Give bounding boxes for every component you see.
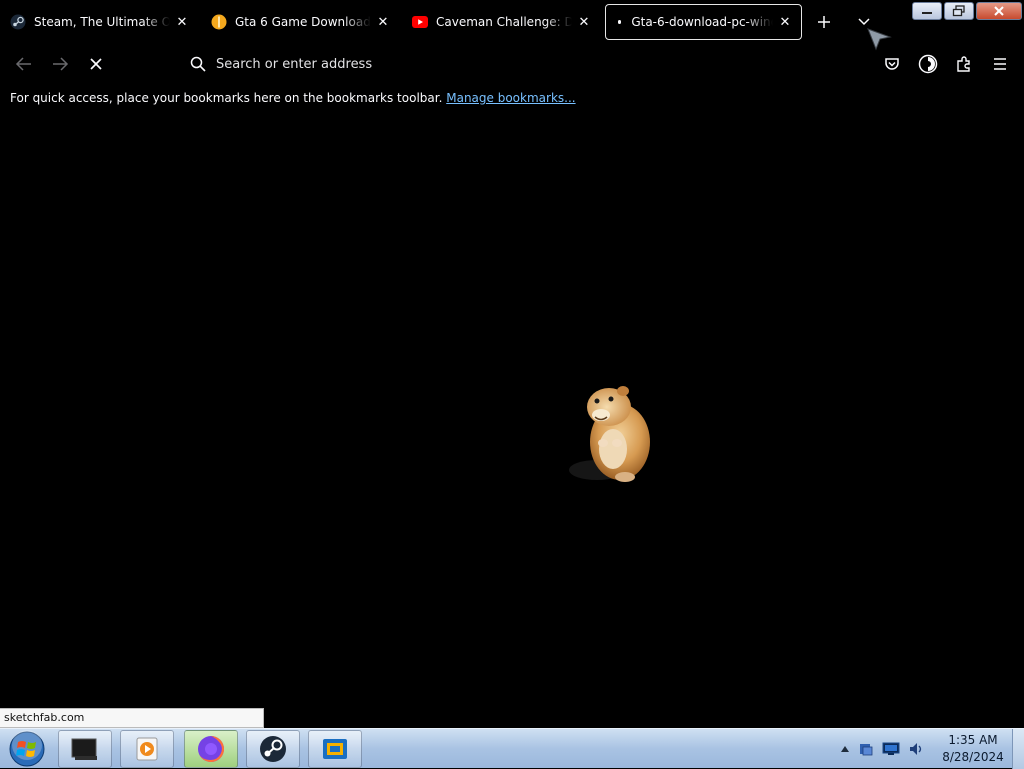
window-controls — [912, 2, 1022, 20]
minimize-icon — [922, 12, 932, 14]
stop-loading-button[interactable] — [84, 52, 108, 76]
tab-title: Gta-6-download-pc-windows — [631, 15, 773, 29]
youtube-icon — [412, 14, 428, 30]
page-content — [0, 112, 1024, 728]
restore-icon — [952, 5, 965, 17]
start-button[interactable] — [4, 730, 50, 768]
media-player-icon — [136, 737, 158, 761]
account-icon — [918, 54, 938, 74]
orange-circle-icon — [211, 14, 227, 30]
status-bar-url: sketchfab.com — [0, 708, 264, 728]
show-hidden-icons-icon[interactable] — [840, 745, 850, 753]
tab-title: Caveman Challenge: Dinosaur — [436, 15, 572, 29]
windows-logo-icon — [9, 730, 45, 767]
firefox-icon — [198, 736, 224, 762]
close-tab-icon[interactable]: ✕ — [174, 14, 190, 30]
stop-icon — [90, 58, 102, 70]
minimize-button[interactable] — [912, 2, 942, 20]
virtualbox-icon — [323, 739, 347, 759]
close-tab-icon[interactable]: ✕ — [375, 14, 391, 30]
loading-dot-icon — [618, 20, 622, 24]
back-arrow-icon — [15, 57, 31, 71]
browser-window: Steam, The Ultimate Online Game Platform… — [0, 0, 1024, 728]
tab-youtube[interactable]: Caveman Challenge: Dinosaur ✕ — [404, 4, 600, 40]
close-window-button[interactable] — [976, 2, 1022, 20]
app-menu-button[interactable] — [988, 52, 1012, 76]
taskbar-clock[interactable]: 1:35 AM 8/28/2024 — [936, 732, 1010, 766]
close-tab-icon[interactable]: ✕ — [576, 14, 592, 30]
puzzle-icon — [957, 56, 970, 72]
clock-date: 8/28/2024 — [942, 750, 1004, 764]
plus-icon — [818, 16, 830, 28]
pocket-button[interactable] — [880, 52, 904, 76]
url-input[interactable] — [216, 56, 816, 72]
windows-taskbar: 1:35 AM 8/28/2024 — [0, 728, 1024, 769]
tab-gta6-download[interactable]: Gta 6 Game Download Free for PC ✕ — [203, 4, 399, 40]
clock-time: 1:35 AM — [948, 733, 998, 747]
forward-button[interactable] — [48, 52, 72, 76]
mouse-cursor-icon — [867, 28, 892, 51]
tab-title: Gta 6 Game Download Free for PC — [235, 15, 371, 29]
steam-icon — [10, 14, 26, 30]
tab-title: Steam, The Ultimate Online Game Platform — [34, 15, 170, 29]
restore-button[interactable] — [944, 2, 974, 20]
close-icon — [994, 6, 1004, 16]
pocket-icon — [885, 58, 899, 70]
tab-steam[interactable]: Steam, The Ultimate Online Game Platform… — [2, 4, 198, 40]
extensions-button[interactable] — [952, 52, 976, 76]
close-tab-icon[interactable]: ✕ — [777, 14, 793, 30]
steam-icon — [260, 736, 286, 762]
bookmarks-empty-message: For quick access, place your bookmarks h… — [10, 91, 443, 105]
show-desktop-button[interactable] — [1012, 729, 1024, 769]
tab-gta6-active[interactable]: Gta-6-download-pc-windows ✕ — [605, 4, 802, 40]
manage-bookmarks-link[interactable]: Manage bookmarks... — [446, 91, 575, 105]
hamburger-menu-icon — [994, 58, 1006, 70]
taskbar-virtualbox[interactable] — [308, 730, 362, 768]
system-tray — [840, 729, 924, 769]
account-button[interactable] — [916, 52, 940, 76]
forward-arrow-icon — [53, 57, 69, 71]
taskbar-firefox[interactable] — [184, 730, 238, 768]
taskbar-media-player[interactable] — [120, 730, 174, 768]
monitor-app-icon — [71, 738, 97, 760]
hamster-3d-model-image[interactable] — [565, 377, 660, 487]
address-bar[interactable] — [180, 48, 860, 80]
search-icon — [188, 54, 208, 74]
taskbar-steam[interactable] — [246, 730, 300, 768]
network-icon[interactable] — [882, 742, 900, 756]
taskbar-terminal-app[interactable] — [58, 730, 112, 768]
action-center-flag-icon[interactable] — [858, 741, 874, 757]
bookmarks-toolbar: For quick access, place your bookmarks h… — [10, 91, 576, 105]
volume-icon[interactable] — [908, 741, 924, 757]
new-tab-button[interactable] — [812, 10, 836, 34]
back-button[interactable] — [12, 52, 36, 76]
